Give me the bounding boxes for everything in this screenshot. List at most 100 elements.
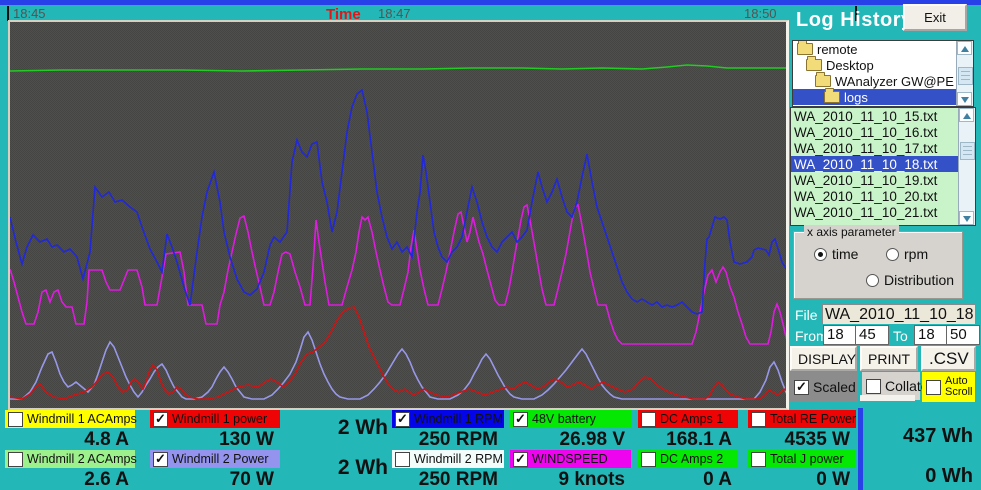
scrollbar-thumb[interactable] xyxy=(960,142,975,160)
scroll-down-button[interactable] xyxy=(957,92,972,106)
total-energy-value: 0 Wh xyxy=(855,465,973,488)
legend-value: 130 W xyxy=(150,429,274,451)
file-list-scrollbar[interactable] xyxy=(958,108,975,225)
checkbox-windmill-2-rpm[interactable] xyxy=(395,452,410,467)
file-item-wa-2010-11-10-20-txt[interactable]: WA_2010_11_10_20.txt xyxy=(791,188,975,204)
file-item-wa-2010-11-10-19-txt[interactable]: WA_2010_11_10_19.txt xyxy=(791,172,975,188)
legend-row-2: Windmill 2 ACAmps2.6 AWindmill 2 Power70… xyxy=(0,450,981,490)
legend-label: Windmill 2 ACAmps xyxy=(27,452,137,466)
x-axis-parameter-group: x axis parameter timerpmDistribution xyxy=(793,231,963,299)
radio-rpm[interactable]: rpm xyxy=(886,246,928,262)
toggle-label: Auto Scroll xyxy=(945,376,975,398)
legend-label: DC Amps 1 xyxy=(660,412,723,426)
checkbox-windmill-2-power[interactable] xyxy=(153,452,168,467)
log-file-list[interactable]: WA_2010_11_10_15.txtWA_2010_11_10_16.txt… xyxy=(790,107,976,226)
checkbox-dc-amps-2[interactable] xyxy=(641,452,656,467)
legend-color-box: Windmill 2 ACAmps xyxy=(5,450,135,468)
checkbox-auto-scroll[interactable] xyxy=(926,380,941,395)
checkbox-total-j-power[interactable] xyxy=(751,452,766,467)
checkbox-windmill-1-acamps[interactable] xyxy=(8,412,23,427)
radio-distribution[interactable]: Distribution xyxy=(866,272,954,288)
series-line-48v-battery xyxy=(10,65,786,71)
legend-label: Windmill 1 power xyxy=(172,412,267,426)
legend-color-box: DC Amps 1 xyxy=(638,410,738,428)
chart-series-canvas xyxy=(10,22,786,408)
legend-color-box: Total RE Power xyxy=(748,410,856,428)
exit-button[interactable]: Exit xyxy=(903,4,967,31)
legend-value: 250 RPM xyxy=(392,429,498,451)
toggle-auto-scroll: Auto Scroll xyxy=(922,372,975,402)
file-item-wa-2010-11-10-16-txt[interactable]: WA_2010_11_10_16.txt xyxy=(791,124,975,140)
axis-start-tick xyxy=(7,6,9,21)
checkbox-windmill-1-power[interactable] xyxy=(153,412,168,427)
tree-item-remote[interactable]: remote xyxy=(793,41,973,57)
wanalyzer-window: 18:45 Time 18:47 18:50 Log History Exit … xyxy=(0,0,981,490)
checkbox-dc-amps-1[interactable] xyxy=(641,412,656,427)
folder-tree[interactable]: remoteDesktopWAnalyzer GW@PElogs xyxy=(792,40,974,107)
file-item-wa-2010-11-10-17-txt[interactable]: WA_2010_11_10_17.txt xyxy=(791,140,975,156)
panel-edge xyxy=(860,395,915,401)
axis-end-time: 18:50 xyxy=(744,6,777,21)
folder-icon xyxy=(815,75,831,87)
tree-scrollbar[interactable] xyxy=(956,41,973,106)
legend-label: Total RE Power xyxy=(770,412,856,426)
legend-color-box: Total J power xyxy=(748,450,856,468)
tree-item-logs[interactable]: logs xyxy=(793,89,973,105)
file-item-wa-2010-11-10-18-txt[interactable]: WA_2010_11_10_18.txt xyxy=(791,156,975,172)
csv-button[interactable]: .CSV xyxy=(921,346,976,371)
from-hour-input[interactable]: 18 xyxy=(823,325,857,345)
legend-color-box: Windmill 1 power xyxy=(150,410,280,428)
file-name-field[interactable]: WA_2010_11_10_18 xyxy=(822,304,975,324)
display-button[interactable]: DISPLAY xyxy=(790,346,857,371)
legend-value: 0 A xyxy=(638,469,732,490)
legend-label: 48V battery xyxy=(532,412,596,426)
legend-color-box: 48V battery xyxy=(510,410,631,428)
print-button[interactable]: PRINT xyxy=(860,346,918,371)
series-line-windmill-1-rpm xyxy=(10,90,786,314)
legend-color-box: DC Amps 2 xyxy=(638,450,738,468)
axis-cursor-time: 18:47 xyxy=(378,6,411,21)
radio-label: rpm xyxy=(904,246,928,262)
checkbox-windmill-1-rpm[interactable] xyxy=(395,412,410,427)
to-hour-input[interactable]: 18 xyxy=(914,325,948,345)
scrollbar-thumb[interactable] xyxy=(958,67,973,85)
legend-value: 9 knots xyxy=(510,469,625,490)
checkbox-total-re-power[interactable] xyxy=(751,412,766,427)
from-minute-input[interactable]: 45 xyxy=(855,325,889,345)
radio-time[interactable]: time xyxy=(814,246,858,262)
scroll-down-button[interactable] xyxy=(959,211,974,225)
energy-value: 2 Wh xyxy=(300,416,388,440)
legend-label: Windmill 2 RPM xyxy=(414,452,503,466)
radio-circle-icon xyxy=(814,248,827,261)
toggle-label: Scaled xyxy=(813,379,856,395)
energy-value: 2 Wh xyxy=(300,456,388,480)
tree-item-label: WAnalyzer GW@PE xyxy=(835,74,954,89)
checkbox-48v-battery[interactable] xyxy=(513,412,528,427)
checkbox-windspeed[interactable] xyxy=(513,452,528,467)
file-item-wa-2010-11-10-21-txt[interactable]: WA_2010_11_10_21.txt xyxy=(791,204,975,220)
legend-value: 70 W xyxy=(150,469,274,490)
series-line-windspeed xyxy=(10,205,786,344)
file-item-wa-2010-11-10-15-txt[interactable]: WA_2010_11_10_15.txt xyxy=(791,108,975,124)
legend-value: 26.98 V xyxy=(510,429,625,451)
legend-label: Windmill 1 ACAmps xyxy=(27,412,137,426)
folder-icon xyxy=(797,43,813,55)
legend-label: Total J power xyxy=(770,452,844,466)
checkbox-scaled[interactable] xyxy=(794,380,809,395)
checkbox-windmill-2-acamps[interactable] xyxy=(8,452,23,467)
to-minute-input[interactable]: 50 xyxy=(946,325,980,345)
scroll-up-button[interactable] xyxy=(959,108,974,122)
chart-plot-area[interactable] xyxy=(8,20,789,410)
toggle-scaled: Scaled xyxy=(790,372,858,402)
tree-item-wanalyzer-gw-pe[interactable]: WAnalyzer GW@PE xyxy=(793,73,973,89)
legend-value: 4.8 A xyxy=(5,429,129,451)
tree-item-desktop[interactable]: Desktop xyxy=(793,57,973,73)
series-line-windmill-2-power xyxy=(10,332,786,399)
legend-row-1: Windmill 1 ACAmps 4.8 A Windmill 1 power 13… xyxy=(0,410,981,450)
legend-value: 4535 W xyxy=(748,429,850,451)
legend-color-box: Windmill 2 RPM xyxy=(392,450,504,468)
legend-color-box: Windmill 2 Power xyxy=(150,450,280,468)
checkbox-collate[interactable] xyxy=(866,379,881,394)
radio-label: Distribution xyxy=(884,272,954,288)
scroll-up-button[interactable] xyxy=(957,41,972,55)
